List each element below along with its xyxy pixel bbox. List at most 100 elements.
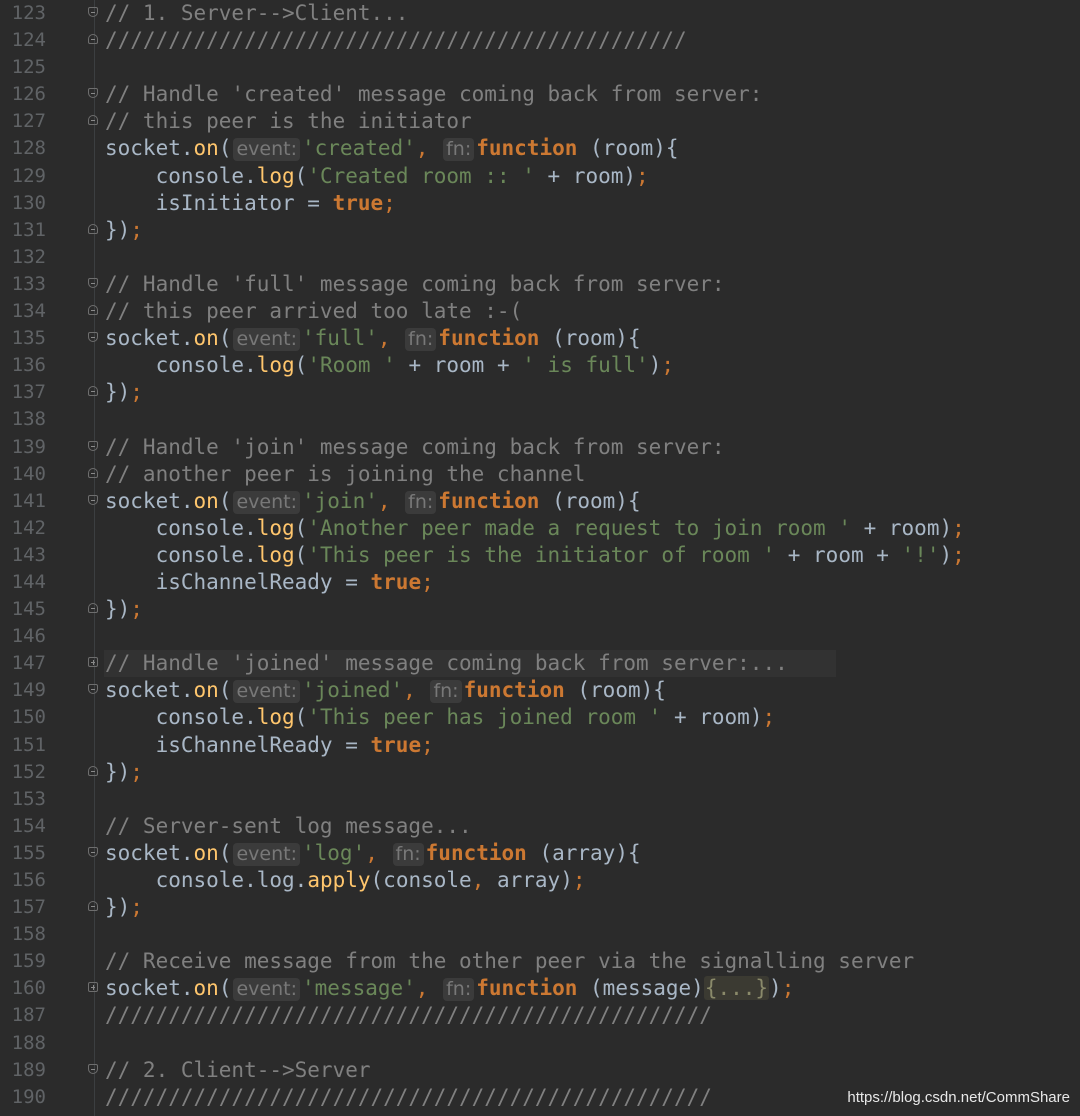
line-number: 145 xyxy=(11,598,46,621)
code-line[interactable]: 145}); xyxy=(0,596,1080,623)
fold-collapse-icon[interactable] xyxy=(88,34,98,45)
code-line[interactable]: 151 isChannelReady = true; xyxy=(0,732,1080,759)
code-token: , xyxy=(365,840,391,865)
code-token: 'created' xyxy=(302,136,416,161)
code-line[interactable]: 155 socket.on(event:'log', fn: function (a… xyxy=(0,840,1080,867)
code-line[interactable]: 189 // 2. Client-->Server xyxy=(0,1057,1080,1084)
code-text: // Server-sent log message... xyxy=(105,813,472,840)
code-line[interactable]: 154 // Server-sent log message... xyxy=(0,813,1080,840)
fold-collapse-icon[interactable] xyxy=(88,223,98,234)
fold-collapse-icon[interactable] xyxy=(88,386,98,397)
code-token: ; xyxy=(572,868,586,892)
code-line[interactable]: 138 xyxy=(0,406,1080,433)
code-line[interactable]: 132 xyxy=(0,244,1080,271)
fold-expand-icon[interactable] xyxy=(88,657,98,668)
code-token: 'Another peer made a request to join roo… xyxy=(307,515,851,540)
line-number: 132 xyxy=(11,245,46,268)
fold-collapse-icon[interactable] xyxy=(88,440,98,451)
code-token: 'This peer has joined room ' xyxy=(307,705,662,730)
code-line[interactable]: 149 socket.on(event:'joined', fn: function… xyxy=(0,677,1080,704)
code-token: ; xyxy=(762,705,776,730)
code-line[interactable]: 133 // Handle 'full' message coming back … xyxy=(0,271,1080,298)
code-line[interactable]: 128 socket.on(event:'created', fn: functio… xyxy=(0,135,1080,162)
code-line[interactable]: 153 xyxy=(0,786,1080,813)
fold-collapse-icon[interactable] xyxy=(88,332,98,343)
code-line[interactable]: 188 xyxy=(0,1030,1080,1057)
code-token: apply xyxy=(307,868,371,892)
code-line[interactable]: 134 // this peer arrived too late :-( xyxy=(0,298,1080,325)
code-line[interactable]: 159 // Receive message from the other pee… xyxy=(0,948,1080,975)
code-token: ) xyxy=(648,353,662,378)
code-token: // Server-sent log message... xyxy=(105,813,472,838)
code-line[interactable]: 152}); xyxy=(0,759,1080,786)
fold-collapse-icon[interactable] xyxy=(88,115,98,126)
fold-collapse-icon[interactable] xyxy=(88,846,98,857)
line-number: 152 xyxy=(11,760,46,783)
code-line[interactable]: 141 socket.on(event:'join', fn: function (… xyxy=(0,488,1080,515)
code-line[interactable]: 146 xyxy=(0,623,1080,650)
fold-collapse-icon[interactable] xyxy=(88,603,98,614)
line-number: 137 xyxy=(11,381,46,404)
fold-collapse-icon[interactable] xyxy=(88,1063,98,1074)
code-line[interactable]: 144 isChannelReady = true; xyxy=(0,569,1080,596)
fold-collapse-icon[interactable] xyxy=(88,765,98,776)
fold-collapse-icon[interactable] xyxy=(88,305,98,316)
fold-collapse-icon[interactable] xyxy=(88,88,98,99)
fold-expand-icon[interactable] xyxy=(88,982,98,993)
code-line[interactable]: 137}); xyxy=(0,379,1080,406)
code-token: // this peer is the initiator xyxy=(105,109,472,134)
code-line[interactable]: 157}); xyxy=(0,894,1080,921)
code-line[interactable]: 147 // Handle 'joined' message coming bac… xyxy=(0,650,1080,678)
code-line[interactable]: 142 console.log('Another peer made a req… xyxy=(0,515,1080,542)
code-line[interactable]: 130 isInitiator = true; xyxy=(0,190,1080,217)
parameter-hint: event: xyxy=(233,978,300,1002)
code-token: , xyxy=(415,136,442,161)
code-token: ( xyxy=(218,976,232,1001)
code-text: }); xyxy=(105,379,143,406)
fold-collapse-icon[interactable] xyxy=(88,467,98,478)
code-line[interactable]: 160 socket.on(event:'message', fn: functio… xyxy=(0,975,1080,1002)
code-line[interactable]: 139 // Handle 'join' message coming back … xyxy=(0,434,1080,461)
code-text: ////////////////////////////////////////… xyxy=(105,1002,712,1029)
code-editor[interactable]: 123 // 1. Server-->Client... 124 //////////… xyxy=(0,0,1080,1116)
code-line[interactable]: 143 console.log('This peer is the initia… xyxy=(0,542,1080,569)
code-line[interactable]: 187 /////////////////////////////////////… xyxy=(0,1002,1080,1029)
fold-collapse-icon[interactable] xyxy=(88,684,98,695)
code-token: function xyxy=(438,326,540,351)
line-number: 188 xyxy=(11,1031,46,1054)
fold-collapse-icon[interactable] xyxy=(88,277,98,288)
fold-collapse-icon[interactable] xyxy=(88,7,98,17)
code-text: console.log('This peer is the initiator … xyxy=(105,542,965,569)
code-text: socket.on(event:'join', fn: function (roo… xyxy=(105,488,641,515)
code-line[interactable]: 124 /////////////////////////////////////… xyxy=(0,27,1080,54)
code-line[interactable]: 158 xyxy=(0,921,1080,948)
code-line[interactable]: 150 console.log('This peer has joined ro… xyxy=(0,704,1080,731)
code-line[interactable]: 125 xyxy=(0,54,1080,81)
line-number: 123 xyxy=(11,2,46,24)
code-token: // Handle 'join' message coming back fro… xyxy=(105,434,725,459)
code-token: , xyxy=(377,488,404,513)
code-token: + room) xyxy=(850,515,953,540)
code-line[interactable]: 135 socket.on(event:'full', fn: function (… xyxy=(0,325,1080,352)
line-number: 128 xyxy=(11,137,46,160)
code-line[interactable]: 126 // Handle 'created' message coming ba… xyxy=(0,81,1080,108)
code-line[interactable]: 131}); xyxy=(0,217,1080,244)
code-line[interactable]: 136 console.log('Room ' + room + ' is fu… xyxy=(0,352,1080,379)
line-number: 187 xyxy=(11,1004,46,1027)
code-line[interactable]: 140 // another peer is joining the channe… xyxy=(0,461,1080,488)
code-token: ; xyxy=(636,163,649,188)
code-line[interactable]: 123 // 1. Server-->Client... xyxy=(0,0,1080,27)
code-line[interactable]: 127 // this peer is the initiator xyxy=(0,108,1080,135)
line-number: 147 xyxy=(11,652,46,675)
code-line[interactable]: 156 console.log.apply(console, array); xyxy=(0,867,1080,894)
code-token: ; xyxy=(383,190,396,215)
fold-collapse-icon[interactable] xyxy=(88,494,98,505)
line-number: 124 xyxy=(11,29,46,52)
code-line[interactable]: 129 console.log('Created room :: ' + roo… xyxy=(0,163,1080,190)
code-text: socket.on(event:'message', fn: function (… xyxy=(105,975,794,1002)
code-token: socket. xyxy=(105,488,194,513)
folded-region[interactable]: {...} xyxy=(703,976,770,1001)
code-token: }) xyxy=(105,380,131,405)
fold-collapse-icon[interactable] xyxy=(88,901,98,912)
code-token: ( xyxy=(218,136,232,161)
